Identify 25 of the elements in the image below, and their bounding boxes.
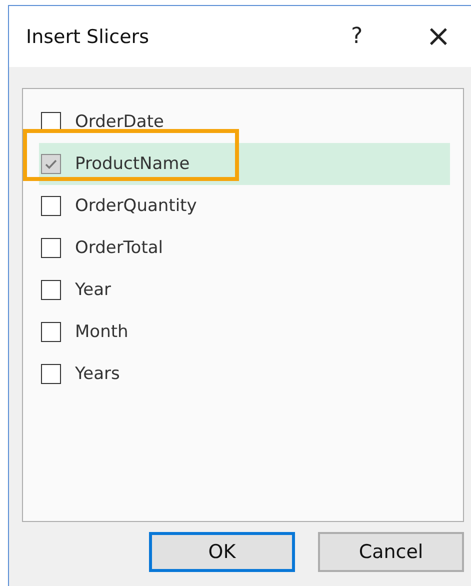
field-item[interactable]: Year: [39, 269, 450, 311]
field-label: Month: [75, 322, 128, 342]
field-item[interactable]: OrderDate: [39, 101, 450, 143]
window-title: Insert Slicers: [26, 26, 150, 48]
field-item[interactable]: Years: [39, 353, 450, 395]
ok-button[interactable]: OK: [149, 532, 295, 572]
checkbox[interactable]: [41, 238, 61, 258]
field-label: OrderQuantity: [75, 196, 197, 216]
field-label: OrderDate: [75, 112, 164, 132]
cancel-button[interactable]: Cancel: [318, 532, 464, 572]
checkbox[interactable]: [41, 154, 61, 174]
field-item[interactable]: Month: [39, 311, 450, 353]
field-label: ProductName: [75, 154, 190, 174]
close-button[interactable]: ×: [426, 22, 471, 52]
field-item[interactable]: OrderQuantity: [39, 185, 450, 227]
field-item[interactable]: ProductName: [39, 143, 450, 185]
field-item[interactable]: OrderTotal: [39, 227, 450, 269]
checkbox[interactable]: [41, 364, 61, 384]
checkbox[interactable]: [41, 196, 61, 216]
checkbox[interactable]: [41, 280, 61, 300]
field-label: OrderTotal: [75, 238, 164, 258]
field-label: Year: [75, 280, 111, 300]
field-label: Years: [75, 364, 120, 384]
checkbox[interactable]: [41, 322, 61, 342]
help-button[interactable]: ?: [346, 24, 368, 49]
